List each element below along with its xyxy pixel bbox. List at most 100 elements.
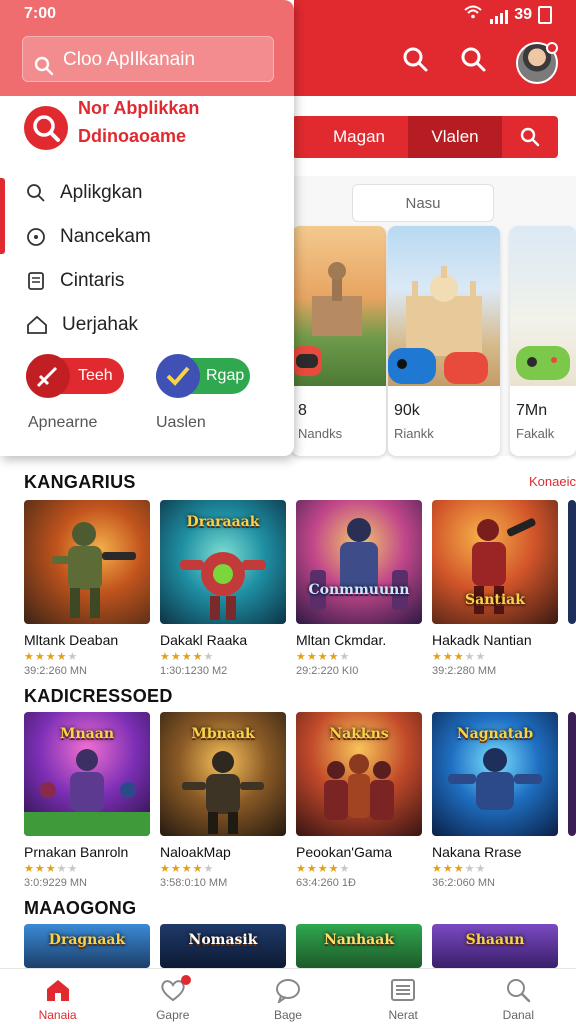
drawer-header: 7:00 Cloo ApIlkanain — [0, 0, 294, 96]
game-meta: 63:4:260 1Ð — [296, 877, 356, 889]
chip-search[interactable] — [502, 116, 558, 158]
drawer-caption-right: Uaslen — [156, 414, 206, 431]
game-title: Dakakl Raaka — [160, 632, 248, 648]
chip-vlalen[interactable]: Vlalen — [408, 116, 502, 158]
game-card[interactable]: Draraaak Dakakl Raaka ★★★★★ 1:30:1230 M2 — [160, 500, 286, 677]
featured-pill[interactable]: Nasu — [352, 184, 494, 222]
game-thumbnail: Santiak — [432, 500, 558, 624]
nav-item-favorites[interactable]: Gapre — [115, 969, 230, 1024]
game-meta: 39:2:280 MM — [432, 665, 497, 677]
nav-item-home[interactable]: Nanaia — [0, 969, 115, 1024]
game-card-partial[interactable] — [568, 712, 576, 836]
game-thumbnail: Nakkns — [296, 712, 422, 836]
nav-item-list[interactable]: Nerat — [346, 969, 461, 1024]
game-title: Nakana Rrase — [432, 844, 522, 860]
network-label: 39 — [514, 5, 532, 23]
game-card[interactable]: Nakkns Peookan'Gama ★★★★★ 63:4:260 1Ð — [296, 712, 422, 889]
game-title: Mltan Ckmdar. — [296, 632, 387, 648]
drawer-item-label: Cintaris — [60, 270, 125, 291]
game-thumbnail: Draraaak — [160, 500, 286, 624]
game-meta: 3:58:0:10 MM — [160, 877, 228, 889]
drawer-action-right[interactable]: Rgap — [156, 354, 250, 398]
section-title: KANGARIUS — [24, 472, 136, 492]
status-icons: 39 — [464, 5, 552, 24]
drawer-status-time: 7:00 — [24, 5, 57, 22]
avatar[interactable] — [516, 42, 558, 84]
game-card[interactable]: Santiak Hakadk Nantian ★★★★★ 39:2:280 MM — [432, 500, 558, 677]
search-icon[interactable] — [400, 44, 432, 76]
nav-item-search[interactable]: Danal — [461, 969, 576, 1024]
drawer-item-label: Nancekam — [60, 226, 151, 247]
game-card[interactable]: Nomasik — [160, 924, 286, 968]
home-icon — [46, 980, 69, 1001]
nav-label: Nanaia — [38, 1008, 77, 1022]
drawer-item-label: Aplikgkan — [60, 182, 143, 203]
search-icon-secondary[interactable] — [458, 44, 490, 76]
drawer-search-input[interactable]: Cloo ApIlkanain — [22, 36, 274, 82]
rating-stars: ★★★★★ — [296, 651, 351, 663]
drawer-item-cintaris[interactable]: Cintaris — [26, 266, 124, 296]
game-meta: 1:30:1230 M2 — [160, 665, 228, 677]
compass-icon — [27, 228, 45, 246]
game-meta: 29:2:220 KI0 — [296, 665, 359, 677]
game-title: Peookan'Gama — [296, 844, 393, 860]
featured-art — [510, 226, 576, 386]
game-logo: Conmmuunn — [308, 582, 410, 598]
game-thumbnail: Conmmuunn — [296, 500, 422, 624]
list-icon — [391, 979, 416, 1001]
chip-magan[interactable]: Magan — [310, 116, 408, 158]
game-card[interactable]: Mltank Deaban ★★★★★ 39:2:260 MN — [24, 500, 150, 677]
notification-dot — [181, 975, 192, 985]
game-card[interactable]: Mbnaak NaloakMap ★★★★★ 3:58:0:10 MM — [160, 712, 286, 889]
game-card[interactable]: Conmmuunn Mltan Ckmdar. ★★★★★ 29:2:220 K… — [296, 500, 422, 677]
featured-card[interactable]: 8 Nandks — [292, 226, 386, 456]
game-thumbnail: Mbnaak — [160, 712, 286, 836]
featured-card[interactable]: 7Mn Fakalk — [510, 226, 576, 456]
see-more-link[interactable]: Konaeic — [529, 474, 576, 489]
nav-item-chat[interactable]: Bage — [230, 969, 345, 1024]
game-card[interactable]: Dragnaak — [24, 924, 150, 968]
game-thumbnail: Dragnaak — [24, 924, 150, 968]
drawer-caption-left: Apnearne — [28, 414, 98, 431]
game-card[interactable]: Mnaan Prnakan Banroln ★★★★★ 3:0:9229 MN — [24, 712, 150, 889]
featured-label: Riankk — [394, 426, 434, 441]
featured-value: 7Mn — [516, 402, 548, 419]
featured-card[interactable]: 90k Riankk — [388, 226, 500, 456]
featured-value: 90k — [394, 402, 420, 419]
game-card[interactable]: Nanhaak — [296, 924, 422, 968]
search-icon — [27, 184, 45, 202]
rating-stars: ★★★★★ — [24, 863, 79, 875]
nav-label: Bage — [273, 1008, 302, 1022]
brand-logo-icon — [24, 106, 68, 150]
game-thumbnail: Nanhaak — [296, 924, 422, 968]
battery-icon — [538, 5, 552, 24]
action-label: Teeh — [78, 367, 113, 384]
game-card-partial[interactable] — [568, 500, 576, 624]
chip-partial[interactable] — [292, 116, 310, 158]
drawer-item-aplikgkan[interactable]: Aplikgkan — [26, 178, 142, 208]
game-title: Mltank Deaban — [24, 632, 119, 648]
nav-label: Nerat — [388, 1008, 418, 1022]
section-title: KADICRESSOED — [24, 686, 173, 706]
drawer-item-uerjahak[interactable]: Uerjahak — [26, 310, 138, 340]
game-thumbnail — [24, 500, 150, 624]
featured-art — [388, 226, 500, 386]
wifi-icon — [464, 5, 482, 24]
notification-dot — [546, 42, 558, 54]
drawer-item-nancekam[interactable]: Nancekam — [26, 222, 151, 252]
game-meta: 36:2:060 MN — [432, 877, 495, 889]
search-icon — [520, 127, 540, 147]
game-title: NaloakMap — [160, 844, 231, 860]
game-card[interactable]: Nagnatab Nakana Rrase ★★★★★ 36:2:060 MN — [432, 712, 558, 889]
game-logo: Dragnaak — [48, 932, 126, 948]
drawer-action-left[interactable]: Teeh — [26, 354, 124, 398]
nav-label: Gapre — [156, 1008, 190, 1022]
brand-title: Nor Abplikkan — [78, 98, 200, 118]
signal-icon — [488, 6, 509, 24]
game-logo: Shaaun — [465, 932, 525, 948]
game-card[interactable]: Shaaun — [432, 924, 558, 968]
featured-label: Fakalk — [516, 426, 555, 441]
game-logo: Santiak — [465, 592, 525, 608]
game-thumbnail: Mnaan — [24, 712, 150, 836]
nav-label: Danal — [502, 1008, 535, 1022]
